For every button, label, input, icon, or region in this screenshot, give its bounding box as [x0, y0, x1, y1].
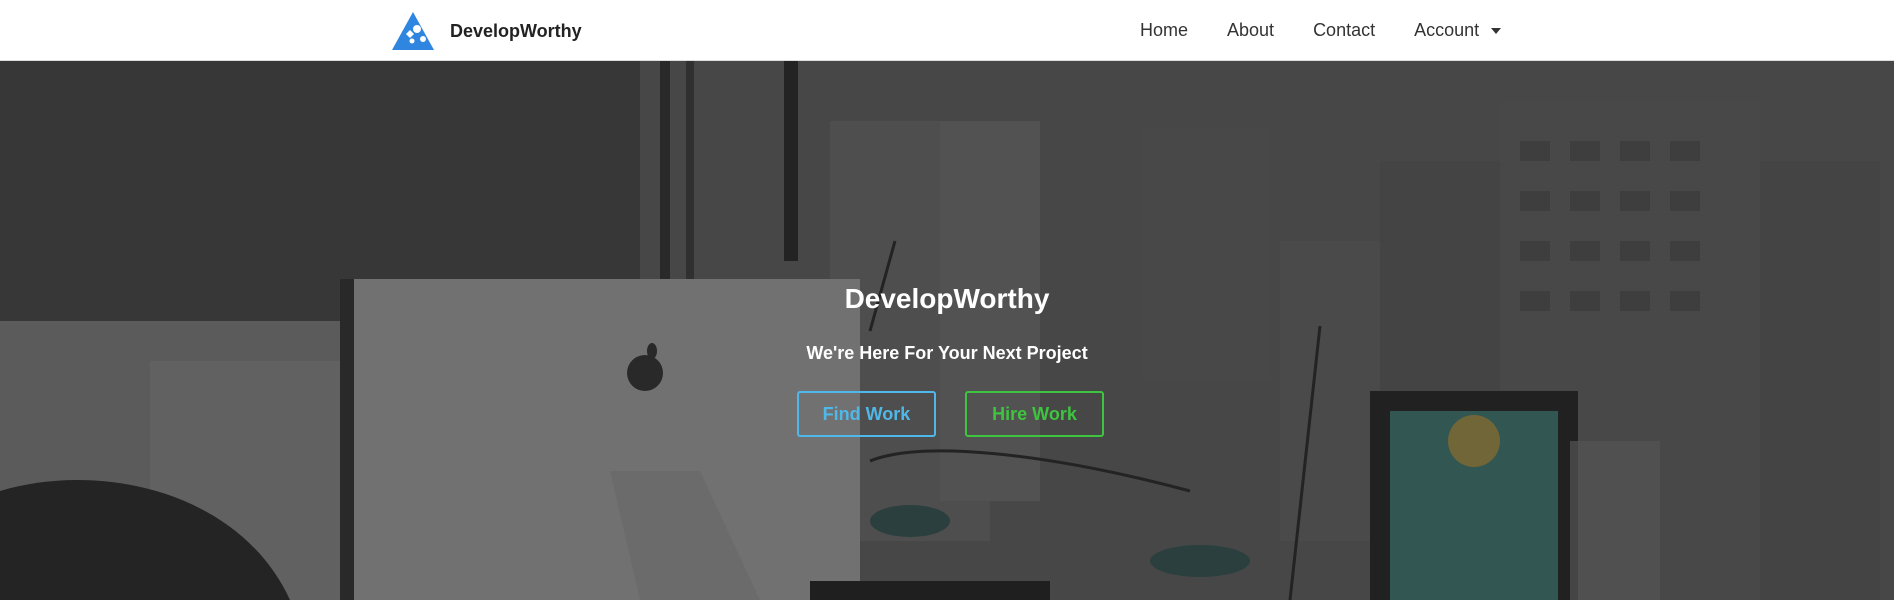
find-work-button[interactable]: Find Work — [797, 391, 936, 437]
hero-overlay — [0, 61, 1894, 600]
nav-link-label: Home — [1140, 20, 1189, 40]
nav-link-label: Contact — [1313, 20, 1376, 40]
hero-section: DevelopWorthy We're Here For Your Next P… — [0, 61, 1894, 600]
hero-subtitle: We're Here For Your Next Project — [806, 343, 1088, 363]
nav-link-account-dropdown[interactable]: Account — [1414, 20, 1502, 41]
nav-link-label: Account — [1414, 20, 1480, 40]
hero-title: DevelopWorthy — [844, 283, 1050, 314]
hire-work-button[interactable]: Hire Work — [965, 391, 1104, 437]
nav-link-about[interactable]: About — [1227, 20, 1274, 41]
logo-icon — [392, 12, 434, 50]
brand-name: DevelopWorthy — [450, 20, 582, 41]
brand-link[interactable]: DevelopWorthy — [392, 12, 582, 50]
nav-link-home[interactable]: Home — [1140, 20, 1188, 41]
navbar: DevelopWorthy Home About Contact Account — [0, 0, 1894, 61]
caret-down-icon — [1491, 27, 1502, 34]
nav-link-label: About — [1227, 20, 1275, 40]
nav-links: Home About Contact Account — [1140, 0, 1502, 61]
nav-link-contact[interactable]: Contact — [1313, 20, 1375, 41]
